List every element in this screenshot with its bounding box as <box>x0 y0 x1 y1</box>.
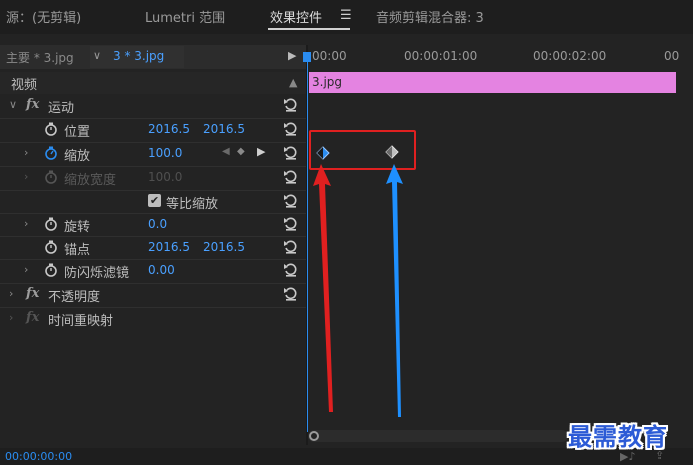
ruler-time-label: 00:00 <box>312 49 347 63</box>
chevron-right-icon: › <box>24 170 29 183</box>
reset-icon[interactable] <box>283 121 299 137</box>
reset-icon[interactable] <box>283 262 299 278</box>
red-arrow-icon <box>313 164 333 412</box>
scale-label: 缩放 <box>64 149 91 164</box>
previous-keyframe-icon[interactable]: ◀ <box>222 146 230 157</box>
keyframe-start-icon[interactable] <box>316 146 330 160</box>
scale-value[interactable]: 100.0 <box>148 146 182 160</box>
reset-icon[interactable] <box>283 216 299 232</box>
timeline-scrollbar[interactable] <box>308 430 568 442</box>
scale-width-label: 缩放宽度 <box>64 173 117 188</box>
chevron-right-icon[interactable]: › <box>9 311 13 324</box>
effect-row-opacity[interactable] <box>0 283 306 307</box>
timeline-ruler[interactable] <box>308 45 693 69</box>
clip-bar-label: 3.jpg <box>312 75 343 89</box>
motion-label: 运动 <box>48 101 75 116</box>
scale-width-value: 100.0 <box>148 170 183 184</box>
anchor-y-value[interactable]: 2016.5 <box>203 240 245 254</box>
chevron-down-icon[interactable]: ∨ <box>9 98 17 111</box>
video-section-label: 视频 <box>11 78 38 93</box>
effect-row-time-remap[interactable] <box>0 307 306 331</box>
position-x-value[interactable]: 2016.5 <box>148 122 190 136</box>
uniform-scale-label: 等比缩放 <box>166 197 219 212</box>
reset-icon[interactable] <box>283 239 299 255</box>
reset-icon[interactable] <box>283 286 299 302</box>
clip-selector-label[interactable]: 3 * 3.jpg <box>113 49 164 63</box>
stopwatch-icon <box>45 170 57 184</box>
anchor-label: 锚点 <box>64 243 91 258</box>
master-clip-label[interactable]: 主要 * 3.jpg <box>6 49 74 66</box>
anti-flicker-value[interactable]: 0.00 <box>148 263 175 277</box>
chevron-down-icon[interactable]: ∨ <box>93 49 101 62</box>
stopwatch-icon[interactable] <box>44 263 58 277</box>
reset-icon[interactable] <box>283 145 299 161</box>
current-timecode[interactable]: 00:00:00:00 <box>5 450 72 463</box>
panel-menu-icon[interactable]: ☰ <box>340 8 352 23</box>
tab-lumetri-scopes[interactable]: Lumetri 范围 <box>145 7 225 26</box>
opacity-label: 不透明度 <box>48 290 101 305</box>
scrollbar-handle[interactable] <box>309 431 319 441</box>
ruler-time-label: 00:00:02:00 <box>533 49 607 63</box>
tab-source[interactable]: 源：(无剪辑) <box>6 7 81 26</box>
stopwatch-icon[interactable] <box>44 122 58 136</box>
position-y-value[interactable]: 2016.5 <box>203 122 245 136</box>
collapse-up-icon[interactable]: ▲ <box>289 76 297 89</box>
reset-icon[interactable] <box>283 169 299 185</box>
tab-audio-clip-mixer[interactable]: 音频剪辑混合器: 3 <box>376 7 484 26</box>
next-keyframe-icon[interactable]: ▶ <box>257 145 265 158</box>
keyframe-end-icon[interactable] <box>385 145 399 159</box>
stopwatch-active-icon[interactable] <box>44 146 58 160</box>
effect-row-motion[interactable] <box>0 94 306 117</box>
position-label: 位置 <box>64 125 91 140</box>
chevron-right-icon[interactable]: › <box>24 263 28 276</box>
stopwatch-icon[interactable] <box>44 240 58 254</box>
chevron-right-icon[interactable]: › <box>24 146 28 159</box>
time-remap-label: 时间重映射 <box>48 314 114 329</box>
add-keyframe-icon[interactable]: ◆ <box>237 146 245 157</box>
rotation-value[interactable]: 0.0 <box>148 217 167 231</box>
anchor-x-value[interactable]: 2016.5 <box>148 240 190 254</box>
anti-flicker-label: 防闪烁滤镜 <box>64 266 130 281</box>
watermark-logo: 最需教育 <box>568 422 668 451</box>
fx-icon: fx <box>26 310 40 325</box>
reset-icon[interactable] <box>283 97 299 113</box>
chevron-right-icon[interactable]: › <box>9 287 13 300</box>
video-section-header <box>0 72 306 94</box>
ruler-time-label: 00 <box>664 49 680 63</box>
reset-icon[interactable] <box>283 193 299 209</box>
blue-arrow-icon <box>386 164 403 417</box>
clip-bar[interactable] <box>309 72 676 93</box>
active-tab-underline <box>268 28 350 30</box>
tab-effect-controls[interactable]: 效果控件 <box>270 7 322 26</box>
stopwatch-icon[interactable] <box>44 217 58 231</box>
play-only-clip-icon[interactable]: ▶ <box>288 49 296 62</box>
chevron-right-icon[interactable]: › <box>24 217 28 230</box>
ruler-time-label: 00:00:01:00 <box>404 49 478 63</box>
fx-icon[interactable]: fx <box>26 286 39 301</box>
fx-icon[interactable]: fx <box>26 97 39 112</box>
uniform-scale-checkbox[interactable]: ✔ <box>148 194 161 207</box>
rotation-label: 旋转 <box>64 220 91 235</box>
playhead-line[interactable] <box>307 60 308 432</box>
